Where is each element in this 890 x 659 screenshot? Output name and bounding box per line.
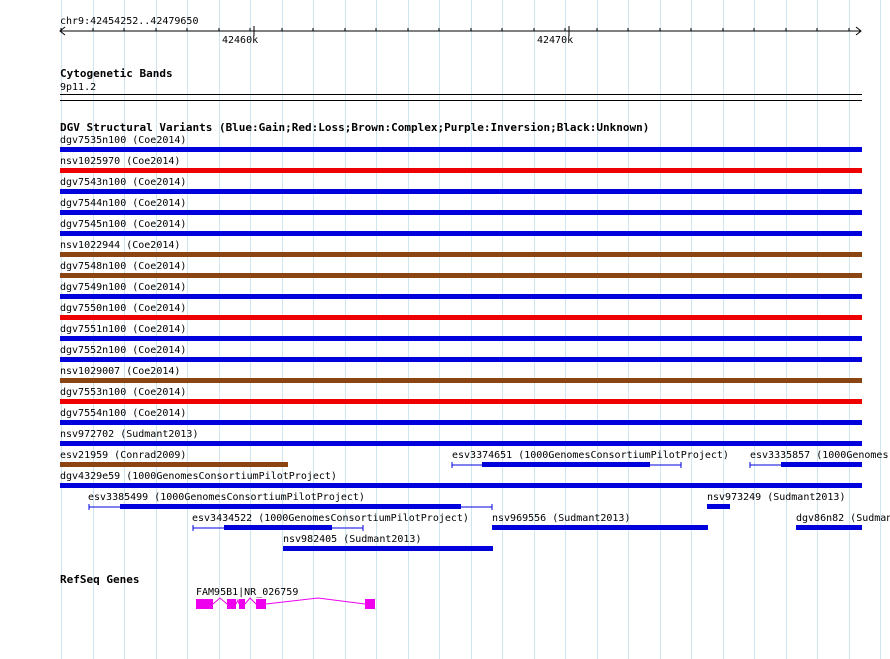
gene-model-fam95b1[interactable]: [0, 0, 890, 659]
genome-browser-view: chr9:42454252..42479650 42460k 42470k Cy…: [0, 0, 890, 659]
